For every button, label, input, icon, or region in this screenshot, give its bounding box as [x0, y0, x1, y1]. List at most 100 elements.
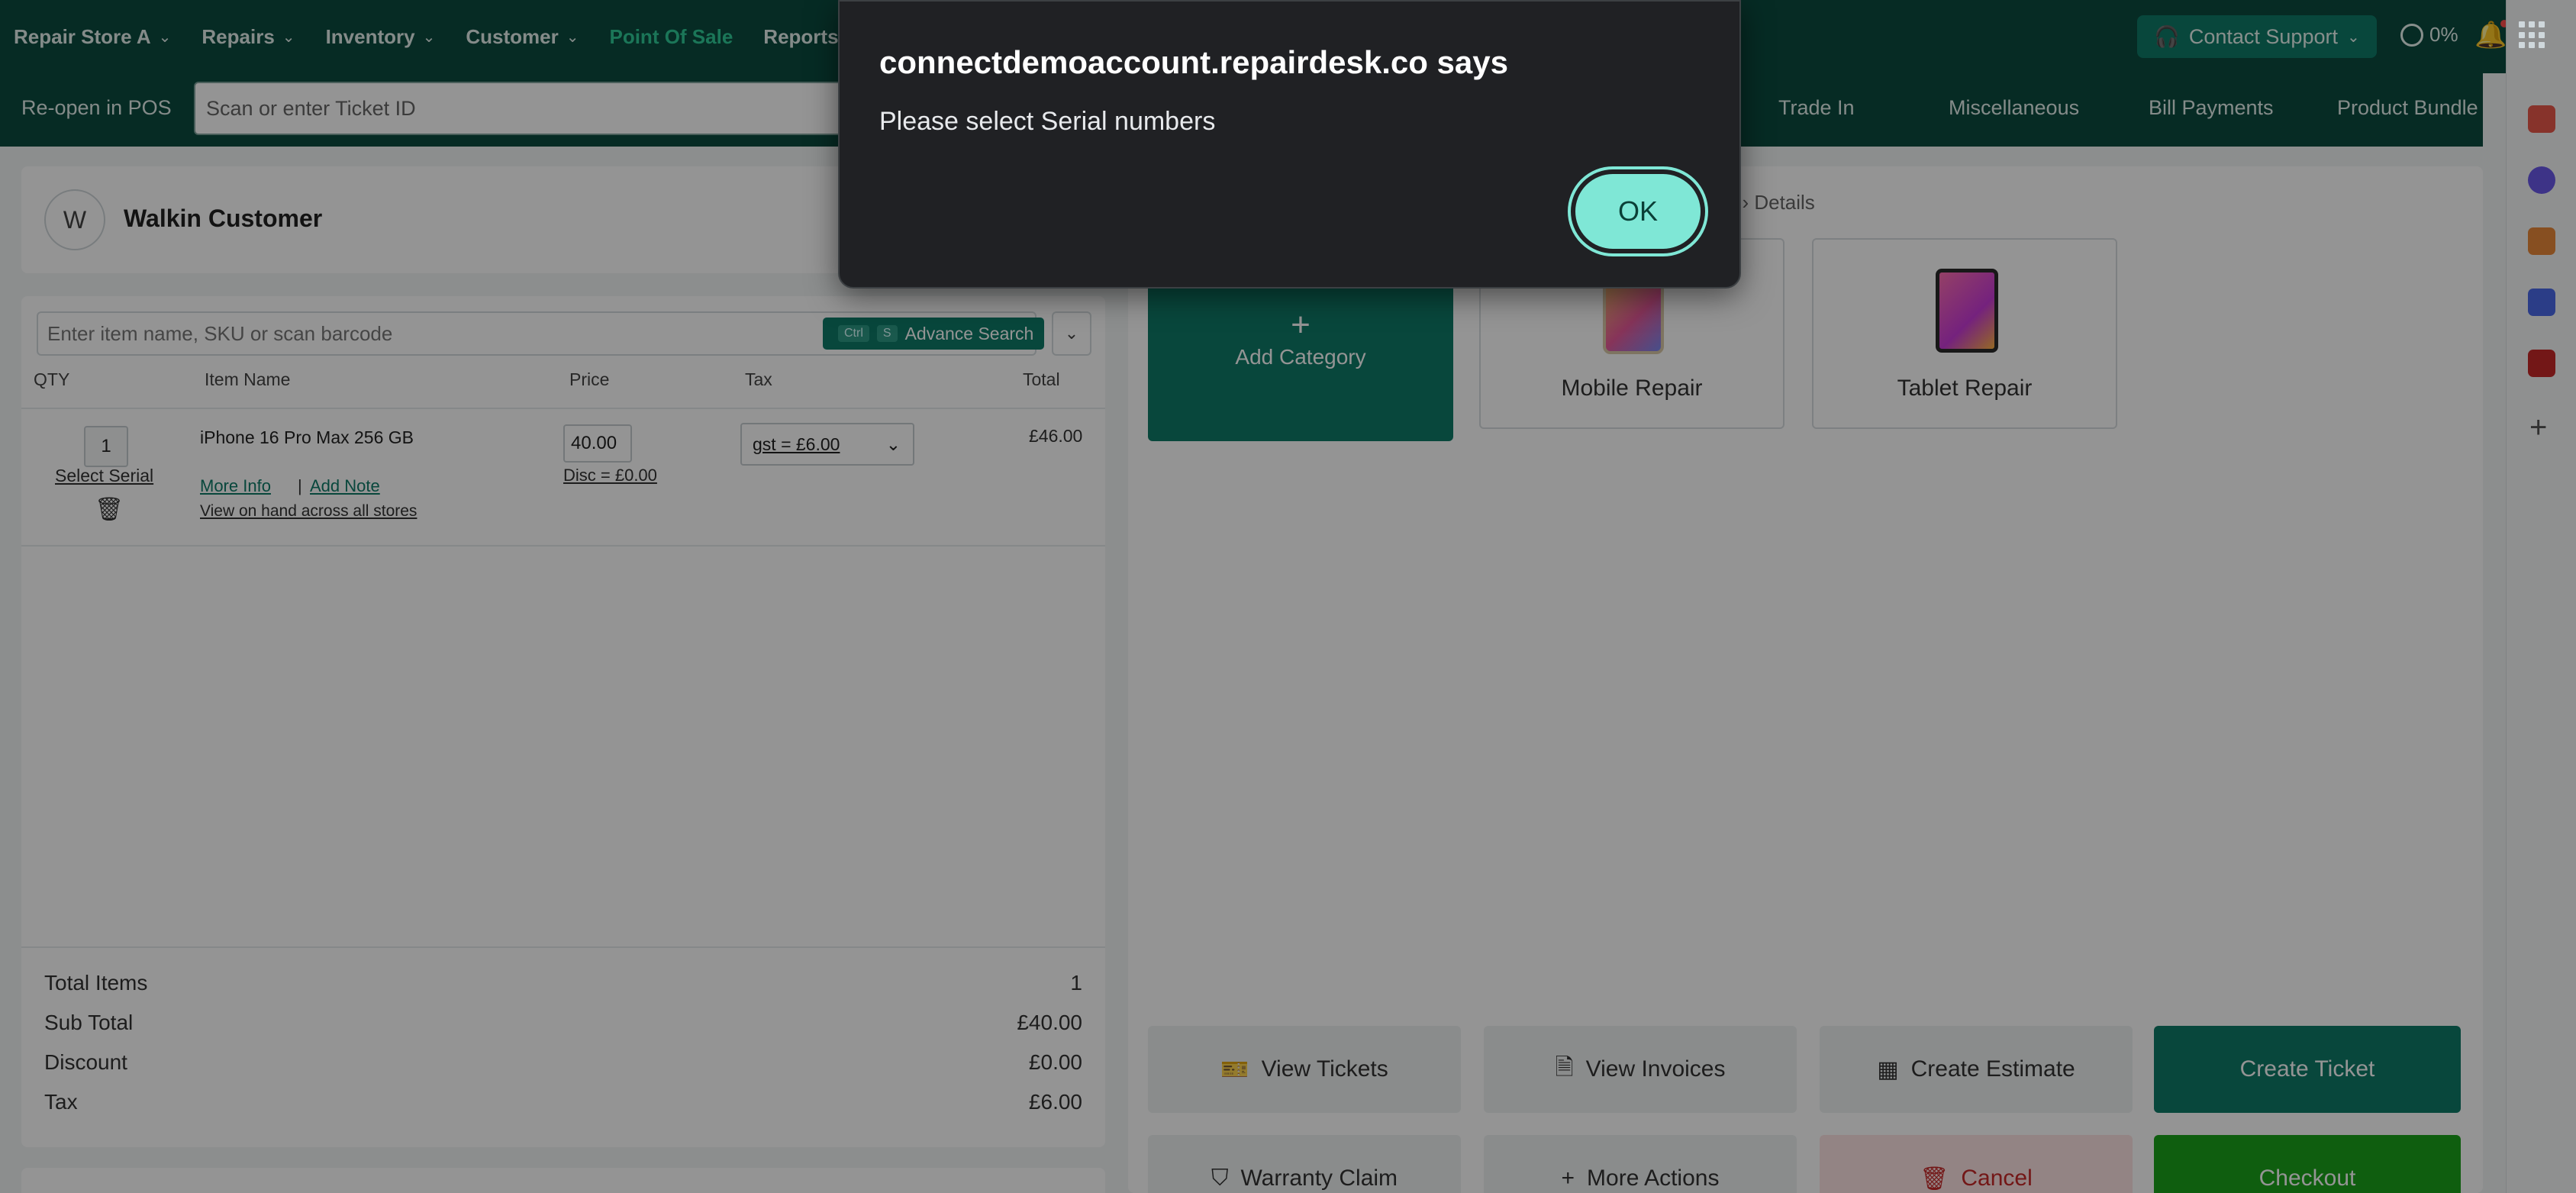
- extension-icon[interactable]: [2528, 227, 2555, 255]
- summary-sub-total: Sub Total £40.00: [44, 1011, 1082, 1035]
- col-tax: Tax: [745, 369, 772, 389]
- advance-search-button[interactable]: Ctrl S Advance Search: [823, 318, 1044, 350]
- contact-support-button[interactable]: 🎧 Contact Support ⌄: [2137, 15, 2377, 58]
- nav-repairs[interactable]: Repairs ⌄: [202, 25, 295, 49]
- payment-card: [21, 1168, 1105, 1193]
- summary-total-items: Total Items 1: [44, 971, 1082, 995]
- divider: [21, 545, 1105, 547]
- trash-icon: 🗑: [1920, 1166, 1949, 1191]
- nav-label: Reports: [763, 24, 839, 48]
- tab-miscellaneous[interactable]: Miscellaneous: [1949, 96, 2079, 120]
- tab-trade-in[interactable]: Trade In: [1778, 96, 1855, 120]
- create-estimate-button[interactable]: ▦ Create Estimate: [1820, 1026, 2133, 1113]
- tab-product-bundle[interactable]: Product Bundle: [2337, 96, 2478, 120]
- warranty-claim-button[interactable]: ⛉ Warranty Claim: [1148, 1135, 1461, 1193]
- col-price: Price: [569, 369, 610, 389]
- chevron-down-icon: ⌄: [282, 28, 295, 46]
- nav-point-of-sale[interactable]: Point Of Sale: [609, 25, 733, 49]
- select-serial-link[interactable]: Select Serial: [55, 466, 153, 486]
- summary-label: Discount: [44, 1050, 127, 1074]
- reopen-in-pos-link[interactable]: Re-open in POS: [21, 96, 172, 120]
- summary-tax: Tax £6.00: [44, 1090, 1082, 1114]
- document-icon: 🗎: [1555, 1054, 1574, 1080]
- col-total: Total: [1023, 369, 1060, 389]
- advance-search-label: Advance Search: [904, 323, 1034, 343]
- extension-icon[interactable]: [2528, 350, 2555, 377]
- quantity-input[interactable]: 1: [84, 426, 128, 467]
- setup-progress[interactable]: 0%: [2400, 23, 2458, 47]
- plus-icon: +: [1291, 306, 1311, 343]
- nav-customer[interactable]: Customer ⌄: [466, 25, 579, 49]
- nav-label: Repair Store A: [14, 24, 151, 48]
- divider: [21, 408, 1105, 409]
- tax-select[interactable]: gst = £6.00 ⌄: [740, 423, 914, 466]
- alert-title: connectdemoaccount.repairdesk.co says: [879, 44, 1508, 80]
- summary-value: £40.00: [1017, 1011, 1082, 1034]
- cancel-button[interactable]: 🗑 Cancel: [1820, 1135, 2133, 1193]
- summary-label: Total Items: [44, 971, 148, 995]
- chevron-down-icon: ⌄: [1064, 324, 1079, 343]
- nav-store-selector[interactable]: Repair Store A ⌄: [14, 25, 171, 49]
- extension-icon[interactable]: [2528, 105, 2555, 133]
- create-ticket-button[interactable]: Create Ticket: [2154, 1026, 2461, 1113]
- ok-button[interactable]: OK: [1568, 166, 1708, 256]
- summary-value: £6.00: [1028, 1090, 1082, 1114]
- notification-bell-icon[interactable]: 🔔: [2474, 20, 2509, 50]
- tablet-image: [1936, 269, 1998, 353]
- item-name: iPhone 16 Pro Max 256 GB: [200, 427, 414, 447]
- button-label: View Tickets: [1261, 1056, 1388, 1082]
- link-separator: |: [298, 476, 302, 495]
- plus-icon: +: [1561, 1166, 1575, 1191]
- chevron-down-icon: ⌄: [885, 434, 901, 454]
- category-label: Mobile Repair: [1561, 376, 1703, 401]
- add-category-label: Add Category: [1235, 345, 1366, 369]
- shield-icon: ⛉: [1211, 1166, 1229, 1191]
- summary-discount: Discount £0.00: [44, 1050, 1082, 1075]
- trash-icon[interactable]: 🗑: [95, 496, 124, 523]
- discount-link[interactable]: Disc = £0.00: [563, 466, 657, 485]
- right-extension-sidebar: +: [2506, 0, 2576, 1193]
- button-label: Checkout: [2258, 1166, 2356, 1191]
- nav-inventory[interactable]: Inventory ⌄: [326, 25, 436, 49]
- more-actions-button[interactable]: + More Actions: [1484, 1135, 1797, 1193]
- cart-summary: Total Items 1 Sub Total £40.00 Discount …: [21, 948, 1105, 1146]
- button-label: Create Estimate: [1910, 1056, 2075, 1082]
- search-options-dropdown[interactable]: ⌄: [1052, 311, 1091, 356]
- button-label: More Actions: [1587, 1166, 1720, 1191]
- button-label: Cancel: [1961, 1166, 2033, 1191]
- extension-icon[interactable]: [2528, 289, 2555, 316]
- price-input[interactable]: 40.00: [563, 424, 632, 463]
- progress-value: 0%: [2429, 23, 2458, 46]
- summary-value: 1: [1070, 971, 1082, 995]
- view-tickets-button[interactable]: 🎫 View Tickets: [1148, 1026, 1461, 1113]
- category-tablet-repair[interactable]: Tablet Repair: [1812, 238, 2117, 429]
- button-label: Warranty Claim: [1240, 1166, 1398, 1191]
- summary-value: £0.00: [1028, 1050, 1082, 1074]
- customer-name: Walkin Customer: [124, 205, 323, 232]
- calculator-icon: ▦: [1877, 1056, 1899, 1082]
- tab-bill-payments[interactable]: Bill Payments: [2149, 96, 2274, 120]
- more-info-link[interactable]: More Info: [200, 476, 271, 496]
- add-extension-icon[interactable]: +: [2529, 411, 2547, 445]
- alert-message: Please select Serial numbers: [879, 107, 1216, 136]
- view-invoices-button[interactable]: 🗎 View Invoices: [1484, 1026, 1797, 1113]
- category-label: Tablet Repair: [1897, 376, 2033, 401]
- progress-ring-icon: [2400, 23, 2423, 47]
- summary-label: Tax: [44, 1090, 78, 1114]
- browser-alert-dialog: connectdemoaccount.repairdesk.co says Pl…: [838, 0, 1741, 289]
- nav-label: Inventory: [325, 24, 415, 48]
- headset-icon: 🎧: [2154, 25, 2180, 48]
- checkout-button[interactable]: Checkout: [2154, 1135, 2461, 1193]
- add-note-link[interactable]: Add Note: [310, 476, 380, 496]
- nav-label: Repairs: [202, 24, 275, 48]
- summary-label: Sub Total: [44, 1011, 134, 1034]
- tax-value: gst = £6.00: [753, 434, 840, 454]
- line-total: £46.00: [1029, 426, 1083, 446]
- contact-support-label: Contact Support: [2188, 24, 2338, 48]
- apps-grid-icon[interactable]: [2519, 21, 2546, 49]
- col-item-name: Item Name: [205, 369, 291, 389]
- chevron-down-icon: ⌄: [422, 28, 436, 46]
- chevron-down-icon: ⌄: [2346, 28, 2360, 46]
- extension-icon[interactable]: [2528, 166, 2555, 194]
- view-on-hand-link[interactable]: View on hand across all stores: [200, 502, 417, 521]
